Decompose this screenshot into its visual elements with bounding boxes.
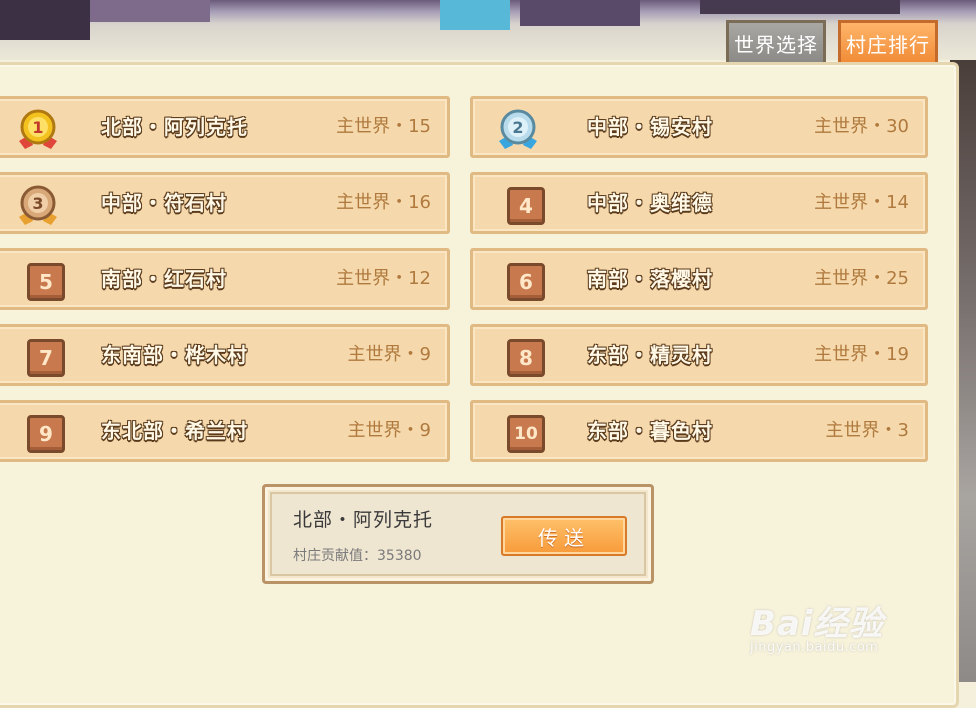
- ranking-row-8[interactable]: 8 东部・精灵村 主世界・19: [470, 324, 928, 386]
- rank-badge: 6: [507, 263, 545, 301]
- selected-village-card: 北部・阿列克托 村庄贡献值：35380 传送: [262, 484, 654, 584]
- watermark-sub: jingyan.baidu.com: [750, 640, 879, 655]
- village-name: 南部・红石村: [101, 267, 227, 291]
- ranking-row-3[interactable]: 3 中部・符石村 主世界・16: [0, 172, 450, 234]
- ranking-row-2[interactable]: 2 中部・锡安村 主世界・30: [470, 96, 928, 158]
- gold-medal-icon: 1: [19, 109, 57, 149]
- ranking-row-10[interactable]: 10 东部・暮色村 主世界・3: [470, 400, 928, 462]
- village-name: 中部・奥维德: [587, 191, 713, 215]
- selected-village-name: 北部・阿列克托: [293, 509, 434, 531]
- tab-village-ranking-label: 村庄排行: [846, 33, 930, 57]
- world-label: 主世界・12: [336, 268, 431, 289]
- village-name: 东南部・桦木村: [101, 343, 248, 367]
- village-name: 东北部・希兰村: [101, 419, 248, 443]
- village-contribution: 村庄贡献值：35380: [293, 548, 422, 564]
- teleport-button[interactable]: 传送: [501, 516, 627, 556]
- rank-badge: 4: [507, 187, 545, 225]
- world-label: 主世界・15: [336, 116, 431, 137]
- ranking-row-1[interactable]: 1 北部・阿列克托 主世界・15: [0, 96, 450, 158]
- rank-badge: 10: [507, 415, 545, 453]
- bronze-medal-icon: 3: [19, 185, 57, 225]
- world-label: 主世界・25: [814, 268, 909, 289]
- ranking-row-9[interactable]: 9 东北部・希兰村 主世界・9: [0, 400, 450, 462]
- rank-badge: 9: [27, 415, 65, 453]
- tab-village-ranking[interactable]: 村庄排行: [838, 20, 938, 64]
- world-label: 主世界・16: [336, 192, 431, 213]
- background-scene: [0, 0, 976, 60]
- medal-number: 1: [32, 118, 43, 137]
- village-name: 北部・阿列克托: [101, 115, 248, 139]
- world-label: 主世界・9: [347, 420, 431, 441]
- world-label: 主世界・3: [825, 420, 909, 441]
- rank-badge: 5: [27, 263, 65, 301]
- rank-badge: 7: [27, 339, 65, 377]
- ranking-row-7[interactable]: 7 东南部・桦木村 主世界・9: [0, 324, 450, 386]
- rank-badge: 8: [507, 339, 545, 377]
- baidu-watermark: Bai经验 jingyan.baidu.com: [750, 596, 950, 666]
- watermark-main: Bai经验: [750, 604, 884, 644]
- scene-shape: [90, 0, 210, 22]
- scene-shape: [440, 0, 510, 30]
- world-label: 主世界・9: [347, 344, 431, 365]
- ranking-row-4[interactable]: 4 中部・奥维德 主世界・14: [470, 172, 928, 234]
- tab-world-select[interactable]: 世界选择: [726, 20, 826, 64]
- scene-shape: [0, 0, 90, 40]
- world-label: 主世界・14: [814, 192, 909, 213]
- ranking-row-5[interactable]: 5 南部・红石村 主世界・12: [0, 248, 450, 310]
- silver-medal-icon: 2: [499, 109, 537, 149]
- world-label: 主世界・30: [814, 116, 909, 137]
- scene-shape: [520, 0, 640, 26]
- village-name: 东部・暮色村: [587, 419, 713, 443]
- medal-number: 3: [32, 194, 43, 213]
- village-name: 中部・锡安村: [587, 115, 713, 139]
- tab-world-select-label: 世界选择: [734, 33, 818, 57]
- scene-shape: [700, 0, 900, 14]
- village-name: 中部・符石村: [101, 191, 227, 215]
- village-name: 南部・落樱村: [587, 267, 713, 291]
- world-label: 主世界・19: [814, 344, 909, 365]
- village-name: 东部・精灵村: [587, 343, 713, 367]
- ranking-row-6[interactable]: 6 南部・落樱村 主世界・25: [470, 248, 928, 310]
- medal-number: 2: [512, 118, 523, 137]
